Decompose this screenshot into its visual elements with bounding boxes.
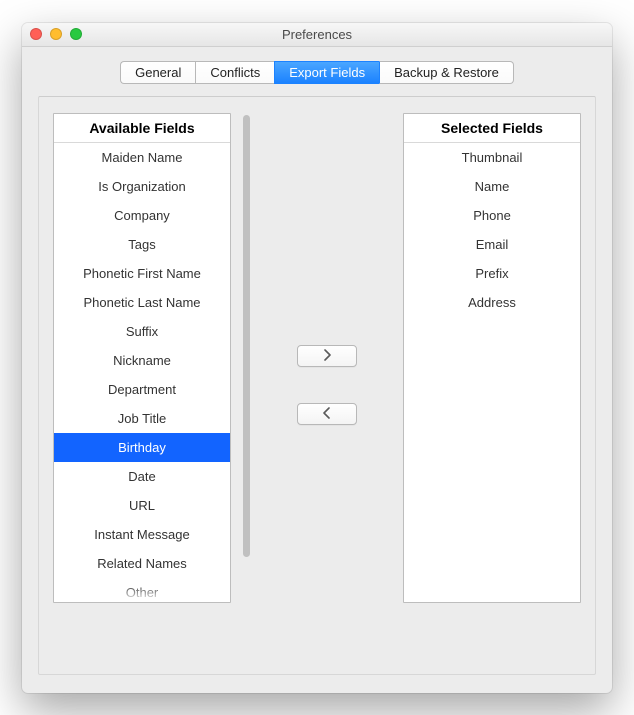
tab-conflicts[interactable]: Conflicts: [195, 61, 274, 84]
tab-export-fields[interactable]: Export Fields: [274, 61, 379, 84]
window-title: Preferences: [22, 23, 612, 46]
list-item[interactable]: Date: [54, 462, 230, 491]
list-item[interactable]: Name: [404, 172, 580, 201]
list-item[interactable]: Thumbnail: [404, 143, 580, 172]
chevron-left-icon: [322, 407, 332, 422]
selected-fields-list[interactable]: Selected Fields ThumbnailNamePhoneEmailP…: [403, 113, 581, 603]
list-item[interactable]: Other: [54, 578, 230, 602]
list-item[interactable]: Job Title: [54, 404, 230, 433]
available-scrollbar[interactable]: [241, 113, 251, 603]
list-item[interactable]: Company: [54, 201, 230, 230]
list-item[interactable]: Phonetic First Name: [54, 259, 230, 288]
list-item[interactable]: Phonetic Last Name: [54, 288, 230, 317]
list-item[interactable]: Is Organization: [54, 172, 230, 201]
list-item[interactable]: Suffix: [54, 317, 230, 346]
list-item[interactable]: Nickname: [54, 346, 230, 375]
available-fields-header: Available Fields: [54, 114, 230, 143]
list-item[interactable]: Instant Message: [54, 520, 230, 549]
move-buttons: [261, 113, 393, 658]
tab-general[interactable]: General: [120, 61, 195, 84]
list-item[interactable]: Maiden Name: [54, 143, 230, 172]
list-item[interactable]: Prefix: [404, 259, 580, 288]
available-fields-list[interactable]: Available Fields Maiden NameIs Organizat…: [53, 113, 231, 603]
list-item[interactable]: URL: [54, 491, 230, 520]
move-right-button[interactable]: [297, 345, 357, 367]
scrollbar-thumb[interactable]: [243, 115, 250, 557]
chevron-right-icon: [322, 349, 332, 364]
export-fields-panel: Available Fields Maiden NameIs Organizat…: [38, 96, 596, 675]
tab-backup-restore[interactable]: Backup & Restore: [379, 61, 514, 84]
move-left-button[interactable]: [297, 403, 357, 425]
list-item[interactable]: Phone: [404, 201, 580, 230]
list-item[interactable]: Address: [404, 288, 580, 317]
list-item[interactable]: Related Names: [54, 549, 230, 578]
selected-fields-header: Selected Fields: [404, 114, 580, 143]
titlebar: Preferences: [22, 23, 612, 47]
list-item[interactable]: Department: [54, 375, 230, 404]
list-item[interactable]: Birthday: [54, 433, 230, 462]
list-item[interactable]: Tags: [54, 230, 230, 259]
list-item[interactable]: Email: [404, 230, 580, 259]
preferences-window: Preferences GeneralConflictsExport Field…: [22, 23, 612, 693]
tab-segmented-control: GeneralConflictsExport FieldsBackup & Re…: [120, 61, 514, 84]
tab-bar: GeneralConflictsExport FieldsBackup & Re…: [22, 47, 612, 90]
